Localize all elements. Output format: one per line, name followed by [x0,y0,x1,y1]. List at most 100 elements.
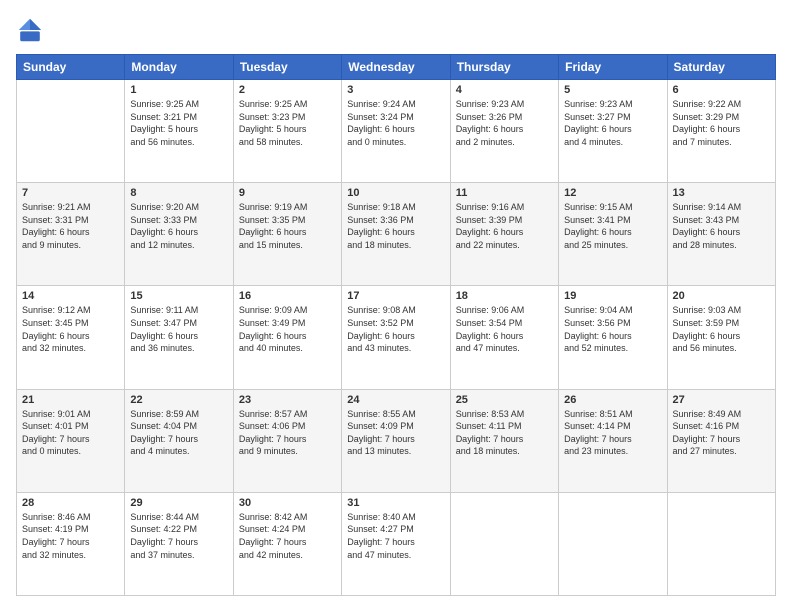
day-info: Sunrise: 9:15 AM Sunset: 3:41 PM Dayligh… [564,201,661,251]
page: SundayMondayTuesdayWednesdayThursdayFrid… [0,0,792,612]
day-number: 27 [673,394,770,406]
calendar-week-row: 21 Sunrise: 9:01 AM Sunset: 4:01 PM Dayli… [17,389,776,492]
weekday-header: Tuesday [233,55,341,80]
day-info: Sunrise: 8:53 AM Sunset: 4:11 PM Dayligh… [456,408,553,458]
calendar-cell: 10Sunrise: 9:18 AM Sunset: 3:36 PM Dayli… [342,183,450,286]
calendar-cell: 25 Sunrise: 8:53 AM Sunset: 4:11 PM Dayli… [450,389,558,492]
day-info: Sunrise: 9:11 AM Sunset: 3:47 PM Dayligh… [130,304,227,354]
day-info: Sunrise: 8:42 AM Sunset: 4:24 PM Dayligh… [239,511,336,561]
day-info: Sunrise: 9:08 AM Sunset: 3:52 PM Dayligh… [347,304,444,354]
calendar-cell: 14Sunrise: 9:12 AM Sunset: 3:45 PM Dayli… [17,286,125,389]
day-info: Sunrise: 9:24 AM Sunset: 3:24 PM Dayligh… [347,98,444,148]
day-number: 23 [239,394,336,406]
logo [16,16,48,44]
weekday-header-row: SundayMondayTuesdayWednesdayThursdayFrid… [17,55,776,80]
calendar-cell: 4Sunrise: 9:23 AM Sunset: 3:26 PM Daylig… [450,80,558,183]
day-info: Sunrise: 9:20 AM Sunset: 3:33 PM Dayligh… [130,201,227,251]
calendar-cell: 31 Sunrise: 8:40 AM Sunset: 4:27 PM Dayli… [342,492,450,595]
weekday-header: Friday [559,55,667,80]
calendar-cell: 26 Sunrise: 8:51 AM Sunset: 4:14 PM Dayli… [559,389,667,492]
calendar-cell: 24 Sunrise: 8:55 AM Sunset: 4:09 PM Dayli… [342,389,450,492]
day-info: Sunrise: 9:04 AM Sunset: 3:56 PM Dayligh… [564,304,661,354]
calendar-cell: 15 Sunrise: 9:11 AM Sunset: 3:47 PM Dayli… [125,286,233,389]
calendar-week-row: 14Sunrise: 9:12 AM Sunset: 3:45 PM Dayli… [17,286,776,389]
day-info: Sunrise: 9:14 AM Sunset: 3:43 PM Dayligh… [673,201,770,251]
day-info: Sunrise: 9:18 AM Sunset: 3:36 PM Dayligh… [347,201,444,251]
calendar-cell: 18Sunrise: 9:06 AM Sunset: 3:54 PM Dayli… [450,286,558,389]
header [16,16,776,44]
calendar-cell: 3 Sunrise: 9:24 AM Sunset: 3:24 PM Daylig… [342,80,450,183]
day-number: 13 [673,187,770,199]
calendar-cell: 29 Sunrise: 8:44 AM Sunset: 4:22 PM Dayli… [125,492,233,595]
day-number: 25 [456,394,553,406]
calendar-cell: 27Sunrise: 8:49 AM Sunset: 4:16 PM Dayli… [667,389,775,492]
day-number: 29 [130,497,227,509]
day-info: Sunrise: 8:46 AM Sunset: 4:19 PM Dayligh… [22,511,119,561]
day-info: Sunrise: 9:25 AM Sunset: 3:23 PM Dayligh… [239,98,336,148]
day-info: Sunrise: 8:44 AM Sunset: 4:22 PM Dayligh… [130,511,227,561]
day-number: 15 [130,290,227,302]
calendar-cell: 19 Sunrise: 9:04 AM Sunset: 3:56 PM Dayli… [559,286,667,389]
calendar-cell [667,492,775,595]
day-info: Sunrise: 9:01 AM Sunset: 4:01 PM Dayligh… [22,408,119,458]
day-number: 1 [130,84,227,96]
weekday-header: Saturday [667,55,775,80]
day-number: 17 [347,290,444,302]
day-number: 16 [239,290,336,302]
day-number: 4 [456,84,553,96]
day-number: 24 [347,394,444,406]
calendar-cell [17,80,125,183]
calendar-cell: 13 Sunrise: 9:14 AM Sunset: 3:43 PM Dayli… [667,183,775,286]
day-info: Sunrise: 8:59 AM Sunset: 4:04 PM Dayligh… [130,408,227,458]
day-number: 21 [22,394,119,406]
day-number: 19 [564,290,661,302]
day-number: 30 [239,497,336,509]
calendar-cell [450,492,558,595]
day-number: 9 [239,187,336,199]
day-info: Sunrise: 9:21 AM Sunset: 3:31 PM Dayligh… [22,201,119,251]
calendar-week-row: 1 Sunrise: 9:25 AM Sunset: 3:21 PM Daylig… [17,80,776,183]
day-number: 26 [564,394,661,406]
calendar-cell: 23 Sunrise: 8:57 AM Sunset: 4:06 PM Dayli… [233,389,341,492]
calendar-cell: 2 Sunrise: 9:25 AM Sunset: 3:23 PM Daylig… [233,80,341,183]
weekday-header: Wednesday [342,55,450,80]
calendar-cell: 20Sunrise: 9:03 AM Sunset: 3:59 PM Dayli… [667,286,775,389]
calendar-cell: 6Sunrise: 9:22 AM Sunset: 3:29 PM Daylig… [667,80,775,183]
weekday-header: Sunday [17,55,125,80]
calendar-cell [559,492,667,595]
calendar: SundayMondayTuesdayWednesdayThursdayFrid… [16,54,776,596]
day-number: 14 [22,290,119,302]
calendar-week-row: 28 Sunrise: 8:46 AM Sunset: 4:19 PM Dayli… [17,492,776,595]
day-number: 11 [456,187,553,199]
calendar-cell: 17 Sunrise: 9:08 AM Sunset: 3:52 PM Dayli… [342,286,450,389]
day-number: 8 [130,187,227,199]
day-number: 12 [564,187,661,199]
calendar-cell: 22Sunrise: 8:59 AM Sunset: 4:04 PM Dayli… [125,389,233,492]
day-number: 18 [456,290,553,302]
day-number: 3 [347,84,444,96]
day-info: Sunrise: 8:55 AM Sunset: 4:09 PM Dayligh… [347,408,444,458]
day-info: Sunrise: 9:19 AM Sunset: 3:35 PM Dayligh… [239,201,336,251]
day-number: 7 [22,187,119,199]
calendar-cell: 16Sunrise: 9:09 AM Sunset: 3:49 PM Dayli… [233,286,341,389]
day-number: 6 [673,84,770,96]
day-number: 5 [564,84,661,96]
weekday-header: Thursday [450,55,558,80]
day-info: Sunrise: 8:40 AM Sunset: 4:27 PM Dayligh… [347,511,444,561]
day-number: 31 [347,497,444,509]
day-number: 2 [239,84,336,96]
calendar-cell: 11Sunrise: 9:16 AM Sunset: 3:39 PM Dayli… [450,183,558,286]
calendar-cell: 9 Sunrise: 9:19 AM Sunset: 3:35 PM Daylig… [233,183,341,286]
calendar-cell: 30 Sunrise: 8:42 AM Sunset: 4:24 PM Dayli… [233,492,341,595]
day-info: Sunrise: 8:51 AM Sunset: 4:14 PM Dayligh… [564,408,661,458]
calendar-cell: 12 Sunrise: 9:15 AM Sunset: 3:41 PM Dayli… [559,183,667,286]
logo-icon [16,16,44,44]
day-number: 28 [22,497,119,509]
calendar-cell: 28 Sunrise: 8:46 AM Sunset: 4:19 PM Dayli… [17,492,125,595]
calendar-week-row: 7 Sunrise: 9:21 AM Sunset: 3:31 PM Daylig… [17,183,776,286]
calendar-cell: 1 Sunrise: 9:25 AM Sunset: 3:21 PM Daylig… [125,80,233,183]
day-info: Sunrise: 8:57 AM Sunset: 4:06 PM Dayligh… [239,408,336,458]
weekday-header: Monday [125,55,233,80]
day-info: Sunrise: 9:25 AM Sunset: 3:21 PM Dayligh… [130,98,227,148]
calendar-cell: 21 Sunrise: 9:01 AM Sunset: 4:01 PM Dayli… [17,389,125,492]
